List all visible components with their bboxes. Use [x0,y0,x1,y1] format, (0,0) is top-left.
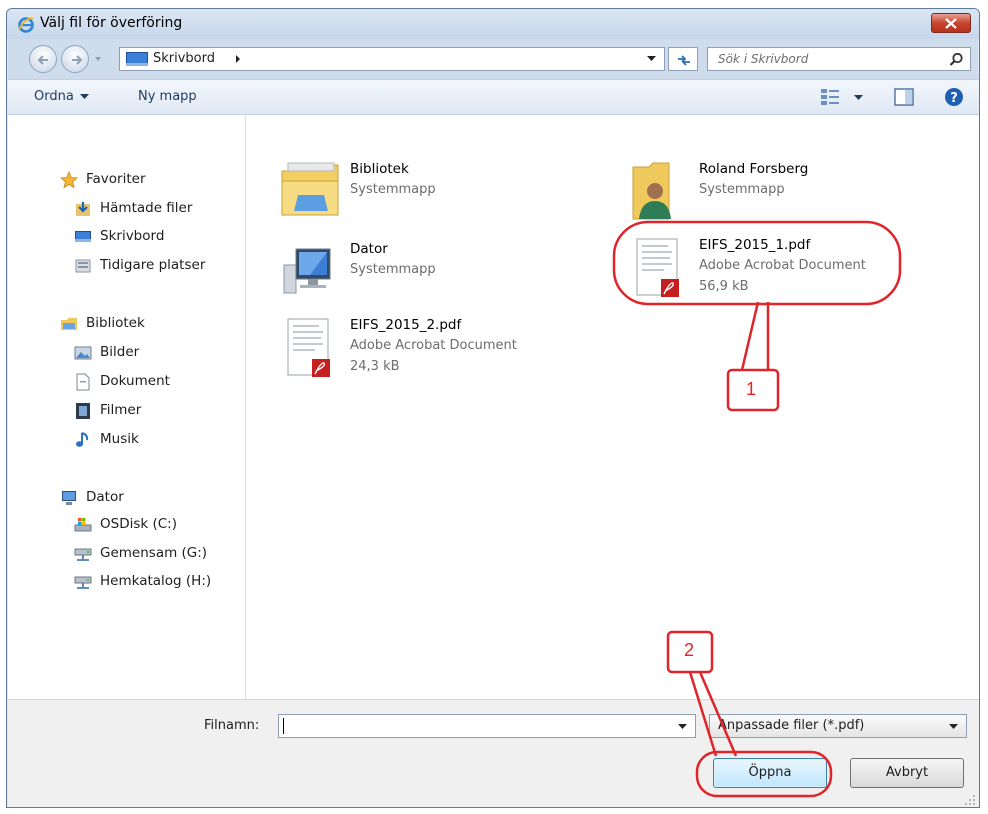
network-drive-icon [74,548,92,561]
breadcrumb-chevron-icon[interactable] [234,54,242,64]
search-input[interactable] [708,48,938,70]
command-bar: Ordna Ny mapp ? [8,79,979,115]
file-size: 56,9 kB [699,279,749,294]
file-type: Systemmapp [699,182,785,197]
file-item-roland-forsberg[interactable]: Roland Forsberg Systemmapp [629,161,949,231]
preview-pane-icon[interactable] [894,88,914,106]
refresh-icon [678,55,690,66]
file-name: EIFS_2015_2.pdf [350,317,462,333]
forward-arrow-icon [72,55,83,65]
file-type-filter-value: Anpassade filer (*.pdf) [718,718,865,733]
internet-explorer-icon [18,17,34,33]
open-button[interactable]: Öppna [713,758,827,788]
text-cursor [283,718,284,734]
file-item-eifs-2015-2[interactable]: EIFS_2015_2.pdf Adobe Acrobat Document 2… [280,317,600,387]
navigation-pane: Favoriter Hämtade filer Skrivbord Tidiga… [8,115,246,699]
pdf-file-icon [287,318,330,377]
breadcrumb[interactable]: Skrivbord [153,51,215,66]
svg-text:?: ? [950,91,958,106]
pictures-icon [74,346,92,360]
refresh-button[interactable] [668,47,698,71]
new-folder-button[interactable]: Ny mapp [138,89,197,104]
file-item-eifs-2015-1[interactable]: EIFS_2015_1.pdf Adobe Acrobat Document 5… [629,237,949,307]
close-button[interactable] [931,13,971,33]
downloads-icon [76,202,90,216]
resize-grip-icon[interactable] [964,794,976,806]
recent-places-icon [75,259,91,273]
window-title: Välj fil för överföring [40,15,183,31]
chevron-down-icon [949,724,958,729]
documents-icon [76,373,90,391]
back-button[interactable] [29,45,57,73]
user-folder-icon [632,162,671,220]
file-list: Bibliotek Systemmapp Roland Forsberg Sys… [246,115,979,699]
file-item-dator[interactable]: Dator Systemmapp [280,241,600,311]
dialog-footer: Filnamn: Anpassade filer (*.pdf) Öppna A… [8,699,979,807]
network-drive-icon [74,576,92,589]
address-bar[interactable]: Skrivbord [119,47,665,71]
cancel-button[interactable]: Avbryt [850,758,964,788]
star-icon [60,171,78,189]
browser-area: Favoriter Hämtade filer Skrivbord Tidiga… [8,115,979,699]
change-view-icon[interactable] [820,87,842,107]
pdf-file-icon [636,238,679,297]
computer-icon [62,491,76,505]
help-icon[interactable]: ? [944,87,964,107]
address-history-chevron-icon[interactable] [647,56,656,62]
file-name: EIFS_2015_1.pdf [699,237,811,253]
file-item-bibliotek[interactable]: Bibliotek Systemmapp [280,161,600,231]
libraries-folder-icon [281,162,339,216]
view-options-chevron-icon[interactable] [854,95,863,101]
search-box[interactable] [707,47,971,71]
desktop-icon [75,231,91,242]
forward-button[interactable] [61,45,89,73]
desktop-icon [126,52,148,66]
libraries-icon [61,318,77,330]
file-type-filter[interactable]: Anpassade filer (*.pdf) [709,714,967,738]
filename-history-chevron-icon[interactable] [678,724,687,730]
filename-combobox[interactable] [278,714,696,738]
callout-number-2: 2 [684,640,695,660]
callout-number-1: 1 [746,379,757,399]
file-type: Adobe Acrobat Document [350,338,517,353]
filename-input[interactable] [279,715,669,737]
videos-icon [76,403,90,419]
chevron-down-icon [79,93,89,99]
music-icon [76,432,89,447]
file-size: 24,3 kB [350,359,400,374]
file-dialog: Välj fil för överföring Skrivbord Sök i … [6,8,980,808]
filename-label: Filnamn: [204,718,260,733]
computer-icon [283,248,331,294]
file-type: Systemmapp [350,262,436,277]
local-disk-icon [74,518,92,532]
file-type: Systemmapp [350,182,436,197]
file-name: Bibliotek [350,161,409,177]
file-name: Roland Forsberg [699,161,809,177]
organize-label: Ordna [34,89,74,104]
file-name: Dator [350,241,388,257]
file-type: Adobe Acrobat Document [699,258,866,273]
recent-pages-chevron-icon[interactable] [93,54,103,64]
address-row: Skrivbord [7,39,979,79]
search-icon[interactable] [949,52,964,67]
close-icon [945,18,957,29]
organize-button[interactable]: Ordna [34,89,89,104]
title-bar: Välj fil för överföring [7,9,979,39]
back-arrow-icon [37,55,48,65]
